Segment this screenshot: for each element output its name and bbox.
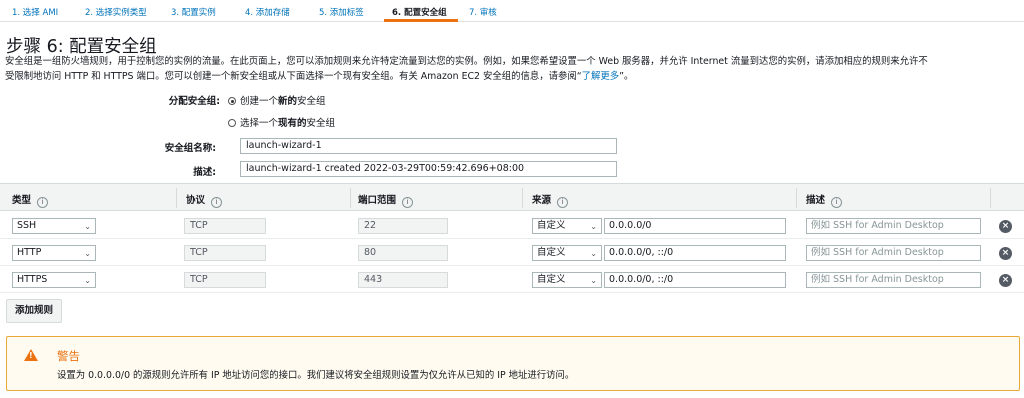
chevron-down-icon: ⌄ (590, 222, 597, 231)
chevron-down-icon: ⌄ (84, 249, 91, 258)
table-row: SSH ⌄ TCP 22 自定义 ⌄ 0.0.0.0/0 例如 SSH for Ad… (0, 212, 1024, 239)
chevron-down-icon: ⌄ (590, 276, 597, 285)
security-group-name-input[interactable]: launch-wizard-1 (240, 138, 617, 154)
column-divider (990, 188, 991, 208)
security-group-description-label: 描述: (193, 167, 216, 178)
wizard-steps: 1. 选择 AMI 2. 选择实例类型 3. 配置实例 4. 添加存储 5. 添… (0, 0, 1024, 22)
info-icon[interactable]: i (37, 197, 49, 208)
source-type-select[interactable]: 自定义 ⌄ (532, 218, 602, 234)
header-protocol: 协议 i (186, 192, 223, 208)
active-step-indicator (384, 19, 458, 22)
warning-text: 设置为 0.0.0.0/0 的源规则允许所有 IP 地址访问您的接口。我们建议将… (57, 370, 575, 381)
radio-select-existing-button[interactable] (228, 119, 236, 127)
column-divider (350, 188, 351, 208)
column-divider (522, 188, 523, 208)
type-select[interactable]: SSH ⌄ (12, 218, 96, 234)
rule-description-input[interactable]: 例如 SSH for Admin Desktop (806, 272, 981, 288)
remove-rule-icon[interactable]: × (999, 274, 1012, 287)
description-line-1: 安全组是一组防火墙规则，用于控制您的实例的流量。在此页面上，您可以添加规则来允许… (5, 56, 928, 67)
security-group-description-input[interactable]: launch-wizard-1 created 2022-03-29T00:59… (240, 161, 617, 177)
radio-create-new[interactable]: 创建一个新的安全组 (228, 93, 326, 107)
radio-create-new-prefix: 创建一个 (240, 96, 279, 107)
header-port-range: 端口范围 i (358, 192, 414, 208)
description-end: ”。 (619, 70, 634, 82)
page-description: 安全组是一组防火墙规则，用于控制您的实例的流量。在此页面上，您可以添加规则来允许… (5, 55, 1019, 84)
assign-security-group-label: 分配安全组: (168, 96, 220, 107)
remove-rule-icon[interactable]: × (999, 220, 1012, 233)
security-group-name-label: 安全组名称: (164, 143, 216, 154)
rule-description-input[interactable]: 例如 SSH for Admin Desktop (806, 218, 981, 234)
table-row: HTTP ⌄ TCP 80 自定义 ⌄ 0.0.0.0/0, ::/0 例如 SSH… (0, 239, 1024, 266)
info-icon[interactable]: i (211, 197, 223, 208)
add-rule-button[interactable]: 添加规则 (6, 299, 63, 323)
port-range-field: 22 (358, 218, 448, 234)
radio-create-new-suffix: 安全组 (297, 96, 326, 107)
radio-create-new-button[interactable] (228, 97, 236, 105)
source-type-select[interactable]: 自定义 ⌄ (532, 272, 602, 288)
warning-title: 警告 (57, 349, 80, 363)
header-type: 类型 i (12, 192, 49, 208)
header-description: 描述 i (806, 192, 843, 208)
info-icon[interactable]: i (557, 197, 569, 208)
source-cidr-input[interactable]: 0.0.0.0/0 (604, 218, 786, 234)
protocol-field: TCP (184, 245, 266, 261)
radio-select-existing-suffix: 安全组 (306, 118, 336, 129)
radio-create-new-bold: 新的 (278, 96, 298, 107)
remove-rule-icon[interactable]: × (999, 247, 1012, 260)
radio-select-existing[interactable]: 选择一个现有的安全组 (228, 115, 335, 129)
learn-more-link[interactable]: 了解更多 (582, 71, 620, 82)
type-select[interactable]: HTTP ⌄ (12, 245, 96, 261)
column-divider (796, 188, 797, 208)
source-cidr-input[interactable]: 0.0.0.0/0, ::/0 (604, 272, 786, 288)
warning-icon: ! (24, 349, 38, 361)
step-choose-ami[interactable]: 1. 选择 AMI (12, 6, 58, 18)
step-review[interactable]: 7. 审核 (469, 6, 497, 18)
info-icon[interactable]: i (402, 197, 414, 208)
source-type-select[interactable]: 自定义 ⌄ (532, 245, 602, 261)
warning-alert: ! 警告 设置为 0.0.0.0/0 的源规则允许所有 IP 地址访问您的接口。… (6, 336, 1020, 391)
step-add-storage[interactable]: 4. 添加存储 (245, 6, 290, 18)
step-configure-security-group[interactable]: 6. 配置安全组 (392, 6, 447, 18)
step-choose-instance-type[interactable]: 2. 选择实例类型 (85, 6, 147, 18)
chevron-down-icon: ⌄ (84, 222, 91, 231)
chevron-down-icon: ⌄ (590, 249, 597, 258)
radio-select-existing-bold: 现有的 (278, 118, 307, 129)
step-configure-instance[interactable]: 3. 配置实例 (171, 6, 216, 18)
table-row: HTTPS ⌄ TCP 443 自定义 ⌄ 0.0.0.0/0, ::/0 例如 S… (0, 266, 1024, 293)
rule-description-input[interactable]: 例如 SSH for Admin Desktop (806, 245, 981, 261)
chevron-down-icon: ⌄ (84, 276, 91, 285)
port-range-field: 80 (358, 245, 448, 261)
radio-select-existing-prefix: 选择一个 (240, 118, 279, 129)
step-add-tags[interactable]: 5. 添加标签 (319, 6, 364, 18)
protocol-field: TCP (184, 218, 266, 234)
header-source: 来源 i (532, 192, 569, 208)
description-line-2: 受限制地访问 HTTP 和 HTTPS 端口。您可以创建一个新安全组或从下面选择… (5, 70, 582, 82)
rules-table-header: 类型 i 协议 i 端口范围 i 来源 i 描述 i (0, 183, 1024, 211)
source-cidr-input[interactable]: 0.0.0.0/0, ::/0 (604, 245, 786, 261)
info-icon[interactable]: i (831, 197, 843, 208)
column-divider (176, 188, 177, 208)
protocol-field: TCP (184, 272, 266, 288)
type-select[interactable]: HTTPS ⌄ (12, 272, 96, 288)
port-range-field: 443 (358, 272, 448, 288)
